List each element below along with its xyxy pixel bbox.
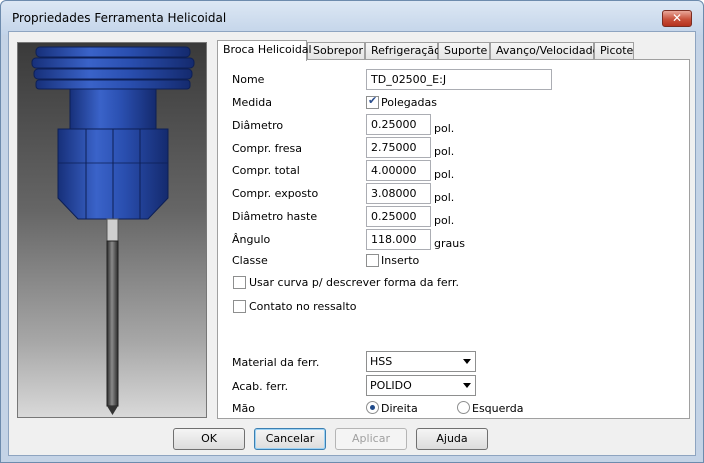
material-select[interactable]: HSS — [366, 351, 476, 372]
window-title: Propriedades Ferramenta Helicoidal — [12, 11, 227, 25]
dialog-client-area: Broca Helicoidal Sobrepor Refrigeração S… — [8, 31, 696, 456]
material-label: Material da ferr. — [232, 356, 320, 369]
medida-label: Medida — [232, 96, 273, 109]
holder-flange-ring-2 — [33, 68, 193, 80]
tool-preview — [17, 42, 207, 418]
close-icon: ✕ — [671, 11, 683, 25]
holder-flange-ring — [31, 57, 195, 69]
compr-total-field[interactable]: 4.00000 — [366, 160, 431, 181]
compr-fresa-unit: pol. — [434, 145, 455, 158]
acabamento-select[interactable]: POLIDO — [366, 375, 476, 396]
tab-panel-broca-helicoidal: Nome TD_02500_E:J Medida Polegadas Diâme… — [217, 59, 690, 419]
tab-picote[interactable]: Picote — [594, 42, 634, 60]
close-button[interactable]: ✕ — [662, 10, 692, 27]
nome-field[interactable]: TD_02500_E:J — [366, 69, 552, 90]
compr-fresa-field[interactable]: 2.75000 — [366, 137, 431, 158]
tab-refrigeracao[interactable]: Refrigeração — [365, 42, 441, 60]
nome-label: Nome — [232, 73, 265, 86]
inserto-label: Inserto — [381, 254, 420, 267]
drill-shank — [106, 218, 119, 242]
compr-fresa-label: Compr. fresa — [232, 142, 303, 155]
tab-broca-helicoidal[interactable]: Broca Helicoidal — [217, 40, 312, 61]
drill-tool-illustration — [31, 46, 195, 415]
usar-curva-checkbox[interactable] — [233, 276, 246, 289]
ok-button[interactable]: OK — [173, 428, 245, 450]
compr-total-unit: pol. — [434, 168, 455, 181]
drill-body — [106, 240, 119, 407]
holder-flange-top — [35, 46, 191, 58]
diametro-field[interactable]: 0.25000 — [366, 114, 431, 135]
cancel-button[interactable]: Cancelar — [254, 428, 326, 450]
contato-ressalto-checkbox[interactable] — [233, 300, 246, 313]
classe-label: Classe — [232, 254, 268, 267]
diametro-unit: pol. — [434, 122, 455, 135]
drill-tip — [107, 406, 118, 415]
acabamento-value: POLIDO — [370, 379, 412, 392]
diametro-haste-label: Diâmetro haste — [232, 210, 318, 223]
esquerda-radio[interactable] — [457, 401, 470, 414]
angulo-unit: graus — [434, 237, 465, 250]
tab-avanco-velocidade[interactable]: Avanço/Velocidade — [490, 42, 599, 60]
direita-label: Direita — [381, 402, 418, 415]
help-button[interactable]: Ajuda — [416, 428, 488, 450]
title-bar[interactable]: Propriedades Ferramenta Helicoidal ✕ — [1, 1, 703, 35]
esquerda-label: Esquerda — [472, 402, 524, 415]
material-value: HSS — [370, 355, 393, 368]
angulo-label: Ângulo — [232, 233, 271, 246]
acabamento-label: Acab. ferr. — [232, 380, 289, 393]
diametro-haste-unit: pol. — [434, 214, 455, 227]
angulo-field[interactable]: 118.000 — [366, 229, 431, 250]
tab-sobrepor[interactable]: Sobrepor — [307, 42, 365, 60]
tab-suporte[interactable]: Suporte — [438, 42, 490, 60]
dialog-window: Propriedades Ferramenta Helicoidal ✕ Bro… — [0, 0, 704, 463]
holder-flange-ring-3 — [35, 79, 191, 90]
compr-exposto-field[interactable]: 3.08000 — [366, 183, 431, 204]
chevron-down-icon — [463, 359, 471, 364]
contato-ressalto-label: Contato no ressalto — [249, 300, 357, 313]
direita-radio[interactable] — [366, 401, 379, 414]
inserto-checkbox[interactable] — [366, 254, 379, 267]
diametro-label: Diâmetro — [232, 119, 284, 132]
chevron-down-icon — [463, 383, 471, 388]
compr-exposto-label: Compr. exposto — [232, 187, 319, 200]
apply-button[interactable]: Aplicar — [335, 428, 407, 450]
usar-curva-label: Usar curva p/ descrever forma da ferr. — [249, 276, 459, 289]
mao-label: Mão — [232, 402, 255, 415]
compr-exposto-unit: pol. — [434, 191, 455, 204]
compr-total-label: Compr. total — [232, 164, 300, 177]
polegadas-label: Polegadas — [381, 96, 437, 109]
holder-body-upper — [69, 88, 157, 130]
polegadas-checkbox[interactable] — [366, 94, 379, 109]
diametro-haste-field[interactable]: 0.25000 — [366, 206, 431, 227]
